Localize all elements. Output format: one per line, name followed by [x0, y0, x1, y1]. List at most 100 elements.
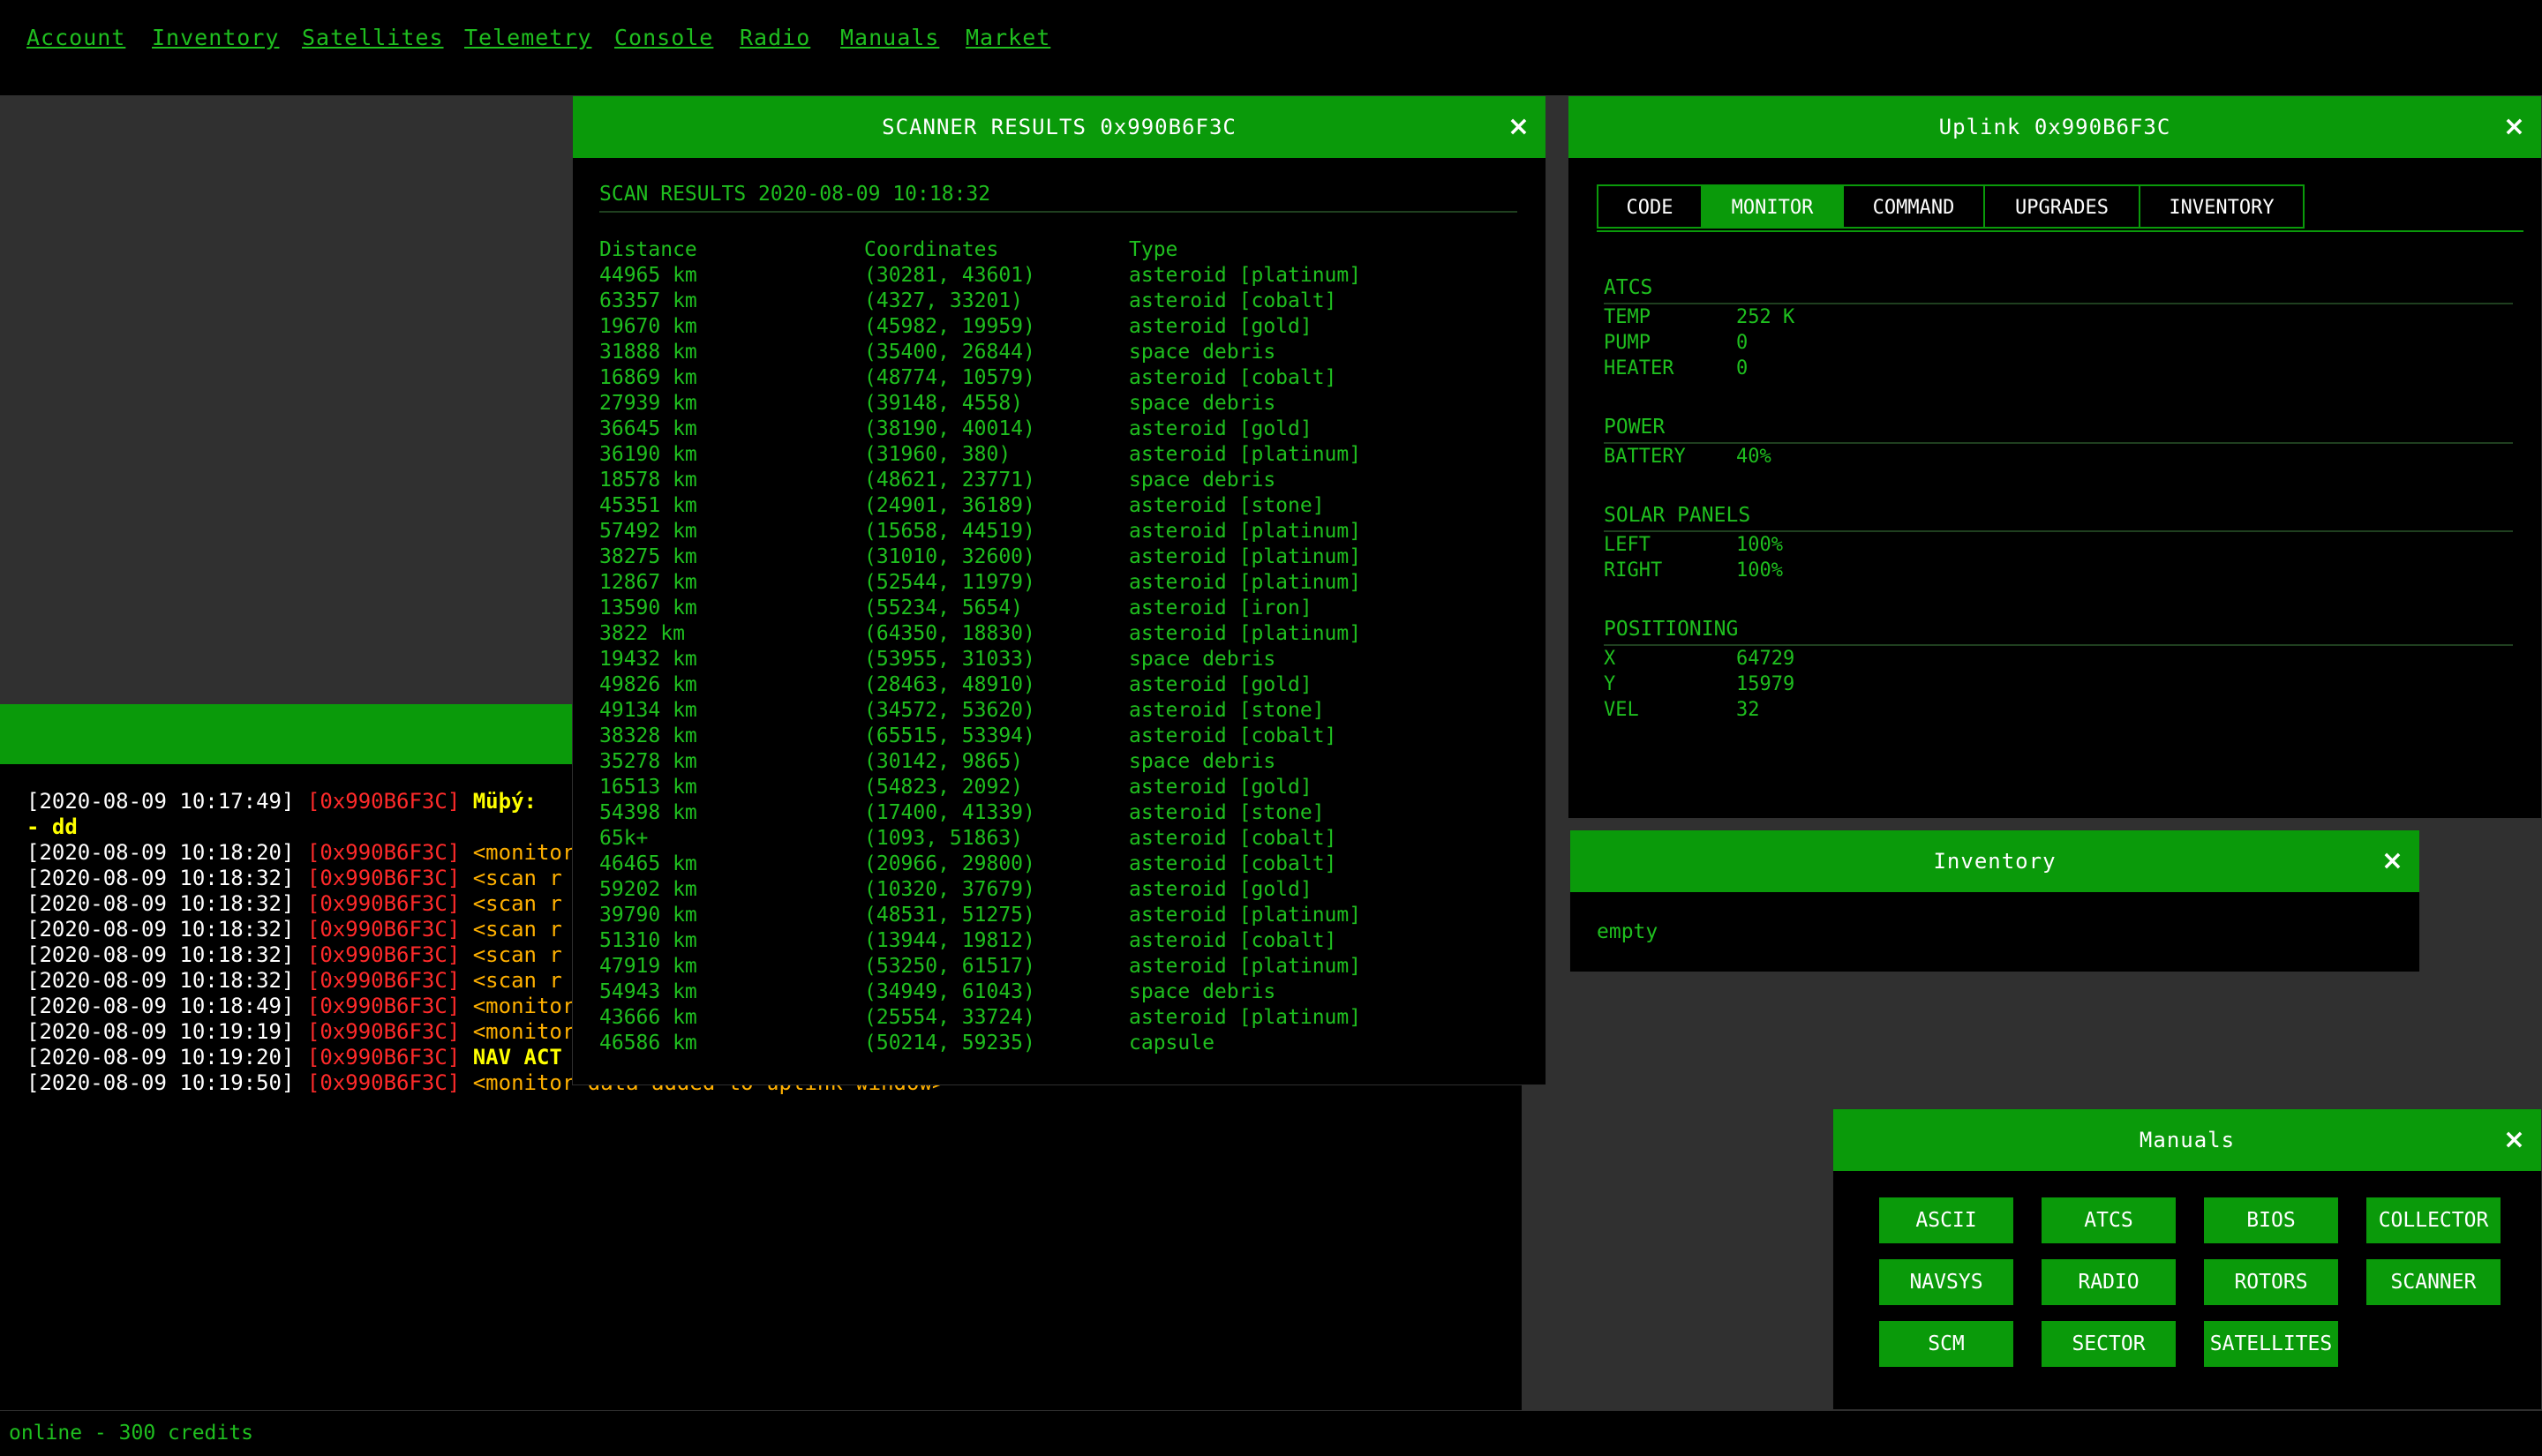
- manual-button-ascii[interactable]: ASCII: [1879, 1197, 2013, 1243]
- inventory-close-icon[interactable]: ×: [2381, 830, 2403, 892]
- manual-button-bios[interactable]: BIOS: [2204, 1197, 2338, 1243]
- kv-row: LEFT 100%: [1604, 532, 2513, 558]
- cell-distance: 49134 km: [599, 699, 697, 722]
- manual-button-collector[interactable]: COLLECTOR: [2366, 1197, 2501, 1243]
- manual-button-sector[interactable]: SECTOR: [2042, 1321, 2176, 1367]
- cell-coordinates: (13944, 19812): [864, 929, 1035, 952]
- uplink-titlebar[interactable]: Uplink 0x990B6F3C: [1568, 96, 2541, 158]
- console-message: <monitor: [472, 994, 575, 1018]
- scanner-title: SCANNER RESULTS 0x990B6F3C: [882, 115, 1237, 139]
- console-sender-id: [0x990B6F3C]: [306, 1019, 461, 1044]
- table-row: 12867 km (52544, 11979) asteroid [platinum…: [599, 570, 1394, 596]
- table-row: 38275 km (31010, 32600) asteroid [platinum…: [599, 544, 1394, 570]
- console-timestamp: [2020-08-09 10:18:32]: [26, 917, 295, 942]
- nav-link-market[interactable]: Market: [966, 25, 1050, 50]
- table-row: 54943 km (34949, 61043) space debris: [599, 979, 1394, 1005]
- scan-results-table: Distance Coordinates Type 44965 km (30281, …: [599, 237, 1394, 1056]
- manuals-titlebar[interactable]: Manuals: [1833, 1109, 2541, 1171]
- scanner-titlebar[interactable]: SCANNER RESULTS 0x990B6F3C: [573, 96, 1546, 158]
- cell-type: asteroid [platinum]: [1129, 904, 1362, 927]
- cell-type: space debris: [1129, 469, 1276, 492]
- console-sender-id: [0x990B6F3C]: [306, 891, 461, 916]
- console-sender-id: [0x990B6F3C]: [306, 866, 461, 890]
- manual-button-satellites[interactable]: SATELLITES: [2204, 1321, 2338, 1367]
- tab-upgrades[interactable]: UPGRADES: [1983, 184, 2140, 229]
- cell-type: asteroid [cobalt]: [1129, 827, 1337, 850]
- uplink-window: Uplink 0x990B6F3C × CODE MONITOR COMMAND…: [1568, 95, 2542, 819]
- section-heading-power: POWER: [1604, 416, 2513, 444]
- cell-type: asteroid [stone]: [1129, 494, 1325, 517]
- manual-button-rotors[interactable]: ROTORS: [2204, 1259, 2338, 1305]
- cell-coordinates: (30281, 43601): [864, 264, 1035, 287]
- nav-link-console[interactable]: Console: [614, 25, 713, 50]
- console-timestamp: [2020-08-09 10:17:49]: [26, 789, 295, 814]
- cell-coordinates: (28463, 48910): [864, 673, 1035, 696]
- manual-button-atcs[interactable]: ATCS: [2042, 1197, 2176, 1243]
- console-timestamp: [2020-08-09 10:18:32]: [26, 866, 295, 890]
- cell-coordinates: (53955, 31033): [864, 648, 1035, 671]
- section-heading-atcs: ATCS: [1604, 276, 2513, 304]
- cell-coordinates: (34572, 53620): [864, 699, 1035, 722]
- console-timestamp: [2020-08-09 10:19:50]: [26, 1070, 295, 1095]
- table-row: 44965 km (30281, 43601) asteroid [platinum…: [599, 263, 1394, 289]
- nav-link-satellites[interactable]: Satellites: [302, 25, 444, 50]
- nav-link-telemetry[interactable]: Telemetry: [464, 25, 591, 50]
- manual-button-scanner[interactable]: SCANNER: [2366, 1259, 2501, 1305]
- cell-distance: 46465 km: [599, 852, 697, 875]
- cell-coordinates: (25554, 33724): [864, 1006, 1035, 1029]
- console-sender-id: [0x990B6F3C]: [306, 840, 461, 865]
- console-sender-id: [0x990B6F3C]: [306, 1045, 461, 1069]
- nav-link-radio[interactable]: Radio: [740, 25, 810, 50]
- tab-monitor[interactable]: MONITOR: [1701, 184, 1844, 229]
- table-row: 65k+ (1093, 51863) asteroid [cobalt]: [599, 826, 1394, 852]
- cell-distance: 63357 km: [599, 289, 697, 312]
- inventory-titlebar[interactable]: Inventory: [1570, 830, 2419, 892]
- cell-distance: 27939 km: [599, 392, 697, 415]
- table-row: 43666 km (25554, 33724) asteroid [platinum…: [599, 1005, 1394, 1031]
- table-row: 51310 km (13944, 19812) asteroid [cobalt]: [599, 928, 1394, 954]
- tab-code[interactable]: CODE: [1597, 184, 1703, 229]
- cell-coordinates: (48774, 10579): [864, 366, 1035, 389]
- cell-type: space debris: [1129, 750, 1276, 773]
- console-sender-id: [0x990B6F3C]: [306, 917, 461, 942]
- column-header-distance: Distance: [599, 238, 697, 261]
- kv-row: X 64729: [1604, 646, 2513, 672]
- table-row: 31888 km (35400, 26844) space debris: [599, 340, 1394, 365]
- cell-coordinates: (45982, 19959): [864, 315, 1035, 338]
- manuals-close-icon[interactable]: ×: [2503, 1109, 2525, 1171]
- console-message: NAV ACT: [472, 1045, 562, 1069]
- cell-type: space debris: [1129, 648, 1276, 671]
- cell-distance: 36190 km: [599, 443, 697, 466]
- kv-row: PUMP 0: [1604, 330, 2513, 356]
- uplink-close-icon[interactable]: ×: [2503, 96, 2525, 158]
- tab-command[interactable]: COMMAND: [1842, 184, 1985, 229]
- nav-link-inventory[interactable]: Inventory: [152, 25, 279, 50]
- cell-coordinates: (53250, 61517): [864, 955, 1035, 978]
- manual-button-navsys[interactable]: NAVSYS: [1879, 1259, 2013, 1305]
- cell-type: asteroid [cobalt]: [1129, 366, 1337, 389]
- manual-button-scm[interactable]: SCM: [1879, 1321, 2013, 1367]
- table-row: 45351 km (24901, 36189) asteroid [stone]: [599, 493, 1394, 519]
- cell-coordinates: (10320, 37679): [864, 878, 1035, 901]
- table-row: 19670 km (45982, 19959) asteroid [gold]: [599, 314, 1394, 340]
- console-message: <scan r: [472, 942, 562, 967]
- console-sender-id: [0x990B6F3C]: [306, 968, 461, 993]
- uplink-tab-bar: CODE MONITOR COMMAND UPGRADES INVENTORY: [1597, 184, 2523, 232]
- table-row: 3822 km (64350, 18830) asteroid [platinum]: [599, 621, 1394, 647]
- cell-type: asteroid [iron]: [1129, 597, 1312, 619]
- tab-inventory[interactable]: INVENTORY: [2139, 184, 2305, 229]
- cell-type: asteroid [platinum]: [1129, 545, 1362, 568]
- status-bar: online - 300 credits: [0, 1410, 2542, 1456]
- kv-key: RIGHT: [1604, 559, 1663, 582]
- cell-distance: 45351 km: [599, 494, 697, 517]
- console-sender-id: [0x990B6F3C]: [306, 1070, 461, 1095]
- nav-link-manuals[interactable]: Manuals: [840, 25, 939, 50]
- nav-link-account[interactable]: Account: [26, 25, 125, 50]
- table-row: 18578 km (48621, 23771) space debris: [599, 468, 1394, 493]
- kv-row: HEATER 0: [1604, 356, 2513, 381]
- kv-row: RIGHT 100%: [1604, 558, 2513, 583]
- console-message: <scan r: [472, 891, 562, 916]
- scanner-close-icon[interactable]: ×: [1508, 96, 1530, 158]
- manual-button-radio[interactable]: RADIO: [2042, 1259, 2176, 1305]
- status-text: online - 300 credits: [9, 1422, 253, 1445]
